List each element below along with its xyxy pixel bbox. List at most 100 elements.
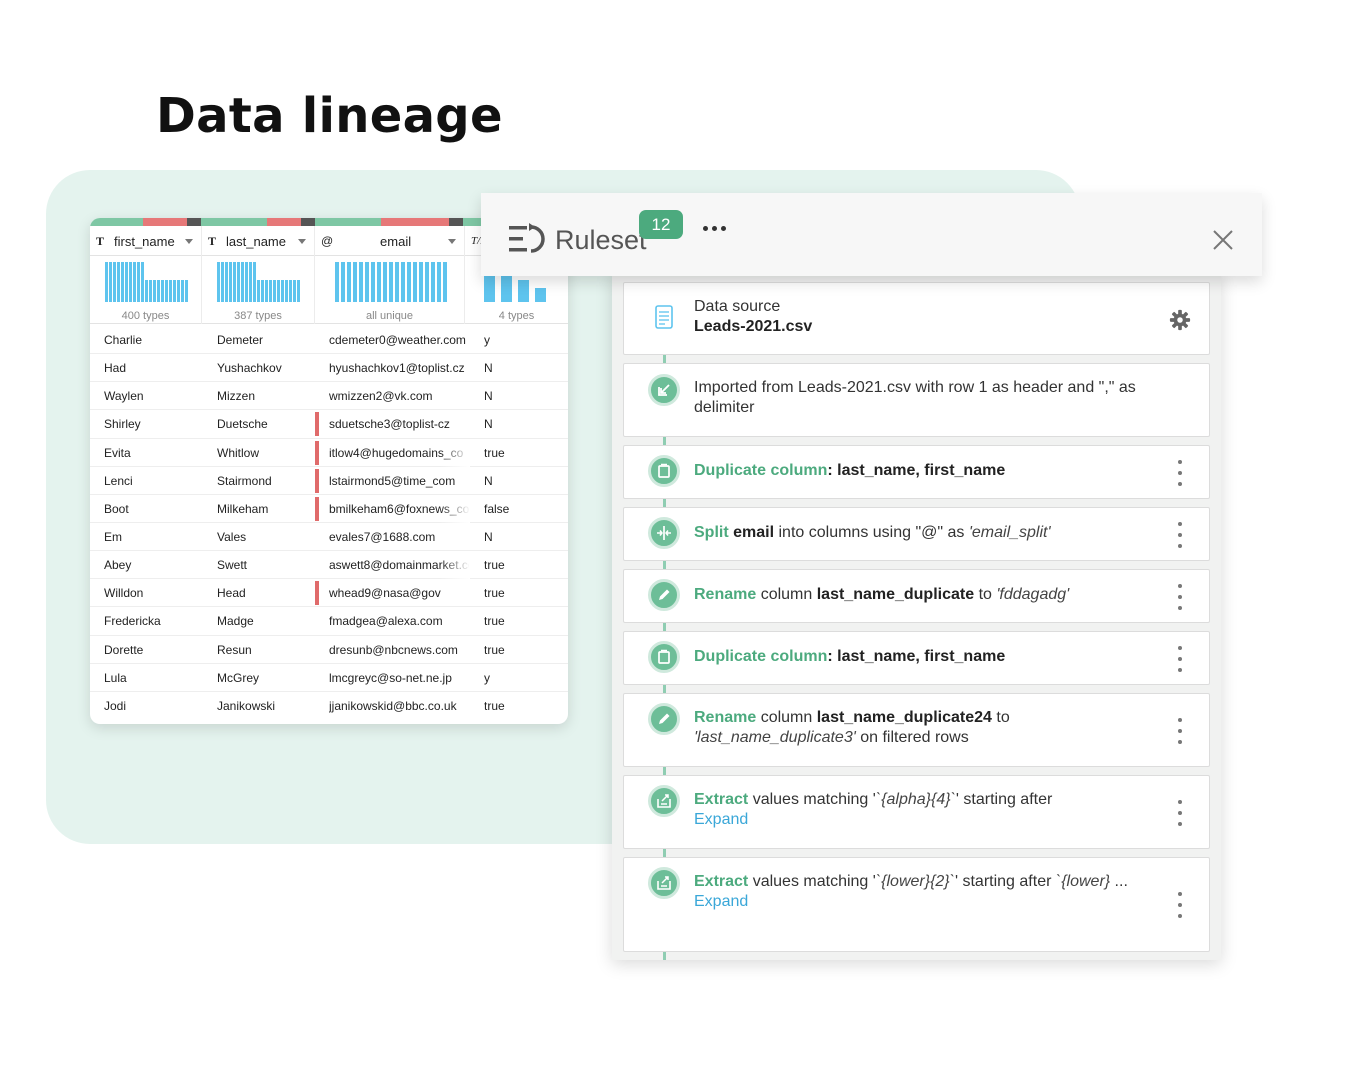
- column-header-email[interactable]: @ email: [315, 226, 465, 256]
- rule-card[interactable]: Duplicate column: last_name, first_name: [623, 631, 1210, 685]
- cell-first-name: Abey: [104, 558, 132, 573]
- rule-card[interactable]: Imported from Leads-2021.csv with row 1 …: [623, 363, 1210, 437]
- table-row[interactable]: Jodi Janikowski jjanikowskid@bbc.co.uk true: [90, 692, 568, 720]
- rule-text-part: `{alpha}{4}`: [875, 791, 956, 808]
- rule-text-part: last_name, first_name: [837, 648, 1006, 665]
- cell-last-name: Stairmond: [217, 473, 272, 488]
- table-row[interactable]: Had Yushachkov hyushachkov1@toplist.cz N: [90, 354, 568, 383]
- rule-text-part: :: [827, 648, 838, 665]
- table-row[interactable]: Lenci Stairmond lstairmond5@time_com N: [90, 467, 568, 495]
- rule-card[interactable]: Extract values matching '`{alpha}{4}`' s…: [623, 775, 1210, 849]
- document-icon: [655, 305, 673, 329]
- chevron-down-icon[interactable]: [185, 238, 193, 244]
- cell-flag: true: [484, 614, 505, 629]
- table-row[interactable]: AbeySwettaswett8@domainmarket.comtrue: [90, 551, 568, 580]
- cell-last-name: Demeter: [217, 333, 264, 347]
- text-fade: [440, 494, 470, 523]
- cell-first-name: Waylen: [104, 389, 144, 404]
- cell-first-name: Jodi: [104, 698, 127, 713]
- gear-icon[interactable]: [1169, 309, 1191, 331]
- rule-text-part: ' starting after: [954, 873, 1056, 890]
- cell-first-name: Had: [104, 361, 127, 376]
- cell-first-name: Shirley: [104, 417, 141, 432]
- cell-first-name: Fredericka: [104, 614, 161, 629]
- cell-flag: false: [484, 501, 510, 516]
- column-summary: 4 types: [498, 310, 535, 322]
- kebab-menu-icon[interactable]: [1177, 584, 1183, 610]
- rule-text-part: last_name_duplicate: [816, 586, 975, 603]
- cell-flag: N: [484, 417, 493, 432]
- duplicate-icon: [648, 455, 680, 487]
- rule-description: Extract values matching '`{lower}{2}`' s…: [694, 872, 1139, 912]
- rule-card[interactable]: Rename column last_name_duplicate24 to '…: [623, 693, 1210, 767]
- column-header-last-name[interactable]: T last_name: [202, 226, 315, 256]
- cell-flag: N: [484, 361, 493, 376]
- grid-body: Charlie Demeter cdemeter0@weather.com y Had…: [90, 326, 568, 720]
- expand-link[interactable]: Expand: [694, 892, 1139, 912]
- rule-text-part: ...: [1110, 873, 1128, 890]
- rule-action: Rename: [694, 709, 757, 726]
- column-summary: 400 types: [121, 310, 170, 322]
- rule-card[interactable]: Duplicate column: last_name, first_name: [623, 445, 1210, 499]
- kebab-menu-icon[interactable]: [1177, 800, 1183, 826]
- table-row[interactable]: Willdon Head whead9@nasa@gov true: [90, 579, 568, 608]
- cell-email: hyushachkov1@toplist.cz: [329, 361, 465, 376]
- cell-flag: N: [484, 389, 493, 404]
- ruleset-header: Ruleset 12: [481, 193, 1262, 276]
- kebab-menu-icon[interactable]: [1177, 646, 1183, 672]
- column-name: last_name: [226, 233, 286, 249]
- column-header-first-name[interactable]: T first_name: [90, 226, 202, 256]
- rule-text-part: to: [974, 586, 997, 603]
- close-icon[interactable]: [1212, 229, 1234, 251]
- rule-description: Split email into columns using "@" as 'e…: [694, 523, 1139, 543]
- rule-card[interactable]: Rename column last_name_duplicate to 'fd…: [623, 569, 1210, 623]
- more-options-icon[interactable]: [703, 226, 726, 231]
- cell-email: evales7@1688.com: [329, 529, 436, 544]
- table-row[interactable]: Fredericka Madge fmadgea@alexa.com true: [90, 607, 568, 636]
- cell-flag: y: [484, 333, 490, 347]
- extract-icon: [648, 785, 680, 817]
- table-row[interactable]: Shirley Duetsche sduetsche3@toplist-cz N: [90, 410, 568, 439]
- cell-email: wmizzen2@vk.com: [329, 389, 433, 404]
- rule-text-part: column: [756, 709, 817, 726]
- rename-icon: [648, 703, 680, 735]
- data-source-card[interactable]: Data source Leads-2021.csv: [623, 282, 1210, 355]
- column-summary: all unique: [365, 310, 414, 322]
- expand-link[interactable]: Expand: [694, 810, 1139, 830]
- rule-text-part: column: [756, 586, 817, 603]
- text-fade: [440, 551, 470, 580]
- rule-text-part: `{lower}: [1055, 873, 1111, 890]
- cell-first-name: Dorette: [104, 642, 144, 657]
- cell-first-name: Em: [104, 529, 122, 544]
- table-row[interactable]: Lula McGrey lmcgreyc@so-net.ne.jp y: [90, 664, 568, 692]
- kebab-menu-icon[interactable]: [1177, 892, 1183, 918]
- kebab-menu-icon[interactable]: [1177, 522, 1183, 548]
- table-row[interactable]: Evita Whitlow itlow4@hugedomains_co true: [90, 438, 568, 467]
- cell-last-name: Madge: [217, 614, 254, 629]
- table-row[interactable]: Dorette Resun dresunb@nbcnews.com true: [90, 636, 568, 664]
- table-row[interactable]: Waylen Mizzen wmizzen2@vk.com N: [90, 382, 568, 411]
- table-row[interactable]: Em Vales evales7@1688.com N: [90, 523, 568, 552]
- cell-last-name: Mizzen: [217, 389, 256, 404]
- rule-card[interactable]: Extract values matching '`{lower}{2}`' s…: [623, 857, 1210, 952]
- chevron-down-icon[interactable]: [298, 238, 306, 244]
- table-row[interactable]: Boot Milkeham bmilkeham6@foxnews_co false: [90, 494, 568, 523]
- rule-action: Extract: [694, 873, 749, 890]
- cell-email: jjanikowskid@bbc.co.uk: [329, 698, 457, 713]
- rule-card[interactable]: Split email into columns using "@" as 'e…: [623, 507, 1210, 561]
- kebab-menu-icon[interactable]: [1177, 460, 1183, 486]
- cell-flag: true: [484, 642, 505, 657]
- cell-last-name: Head: [217, 586, 246, 601]
- text-fade: [440, 438, 470, 467]
- extract-icon: [648, 867, 680, 899]
- column-name: email: [380, 233, 412, 249]
- table-row[interactable]: Charlie Demeter cdemeter0@weather.com y: [90, 326, 568, 355]
- cell-flag: N: [484, 473, 493, 488]
- histogram-last-name: 387 types: [202, 256, 315, 324]
- chevron-down-icon[interactable]: [448, 238, 456, 244]
- column-name: first_name: [114, 233, 175, 249]
- kebab-menu-icon[interactable]: [1177, 718, 1183, 744]
- rule-text-part: last_name, first_name: [837, 462, 1006, 479]
- rule-text-part: email: [733, 524, 775, 541]
- rule-text-part: on filtered rows: [855, 729, 969, 746]
